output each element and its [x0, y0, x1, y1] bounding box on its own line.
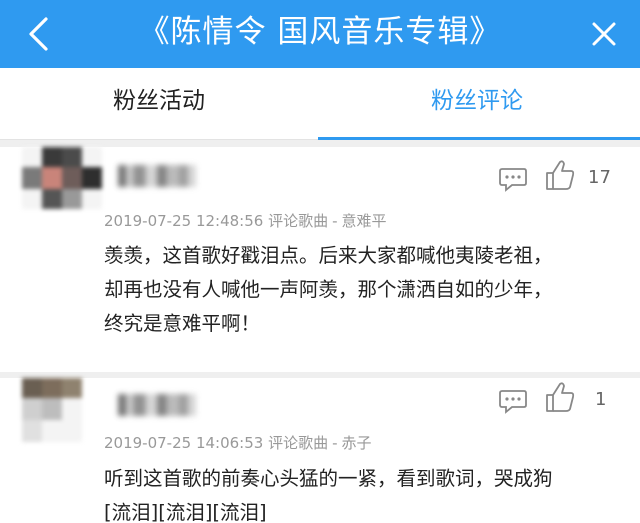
comment-line: 却再也没有人喊他一声阿羡，那个潇洒自如的少年， — [104, 278, 553, 301]
avatar[interactable] — [22, 378, 82, 442]
thumbs-up-icon[interactable] — [544, 380, 576, 414]
like-count: 17 — [588, 167, 611, 188]
comment-text: 听到这首歌的前奏心头猛的一紧，看到歌词，哭成狗 [流泪][流泪][流泪] — [104, 462, 624, 523]
like-count: 1 — [595, 389, 607, 410]
tab-fan-activity[interactable]: 粉丝活动 — [0, 68, 318, 140]
username-blurred[interactable] — [118, 165, 196, 189]
close-icon — [592, 22, 616, 46]
comment-item: 1 2019-07-25 14:06:53 评论歌曲 - 赤子 听到这首歌的前奏心头… — [0, 378, 640, 523]
comment-bubble-icon[interactable] — [498, 388, 528, 414]
comment-meta: 2019-07-25 14:06:53 评论歌曲 - 赤子 — [104, 432, 372, 453]
avatar-image — [22, 378, 82, 442]
tab-fan-comments[interactable]: 粉丝评论 — [318, 68, 636, 140]
comment-bubble-icon[interactable] — [498, 166, 528, 192]
comment-item: 17 2019-07-25 12:48:56 评论歌曲 - 意难平 羡羡，这首歌好戳… — [0, 147, 640, 372]
username-blurred[interactable] — [118, 394, 196, 418]
top-bar: 《陈情令 国风音乐专辑》 — [0, 0, 640, 68]
comment-line: 听到这首歌的前奏心头猛的一紧，看到歌词，哭成狗 — [104, 467, 553, 490]
song-name[interactable]: 意难平 — [342, 212, 387, 230]
avatar[interactable] — [22, 147, 102, 209]
avatar-image — [22, 147, 102, 209]
tab-bar: 粉丝活动 粉丝评论 — [0, 68, 640, 140]
comment-time: 2019-07-25 14:06:53 — [104, 434, 264, 452]
song-name[interactable]: 赤子 — [342, 434, 372, 452]
thumbs-up-icon[interactable] — [544, 158, 576, 192]
comment-line: 终究是意难平啊！ — [104, 312, 261, 335]
comment-time: 2019-07-25 12:48:56 — [104, 212, 264, 230]
comment-line: 羡羡，这首歌好戳泪点。后来大家都喊他夷陵老祖， — [104, 244, 553, 267]
page-title: 《陈情令 国风音乐专辑》 — [138, 14, 502, 50]
back-button[interactable] — [18, 12, 58, 56]
comment-text: 羡羡，这首歌好戳泪点。后来大家都喊他夷陵老祖， 却再也没有人喊他一声阿羡，那个潇… — [104, 239, 624, 341]
comment-line: [流泪][流泪][流泪] — [104, 501, 267, 523]
section-gap — [0, 140, 640, 147]
comment-action: 评论歌曲 — [268, 434, 329, 452]
chevron-left-icon — [29, 17, 48, 51]
meta-separator: - — [332, 434, 338, 452]
meta-separator: - — [332, 212, 338, 230]
comment-meta: 2019-07-25 12:48:56 评论歌曲 - 意难平 — [104, 210, 387, 231]
close-button[interactable] — [586, 16, 622, 52]
comment-action: 评论歌曲 — [268, 212, 329, 230]
